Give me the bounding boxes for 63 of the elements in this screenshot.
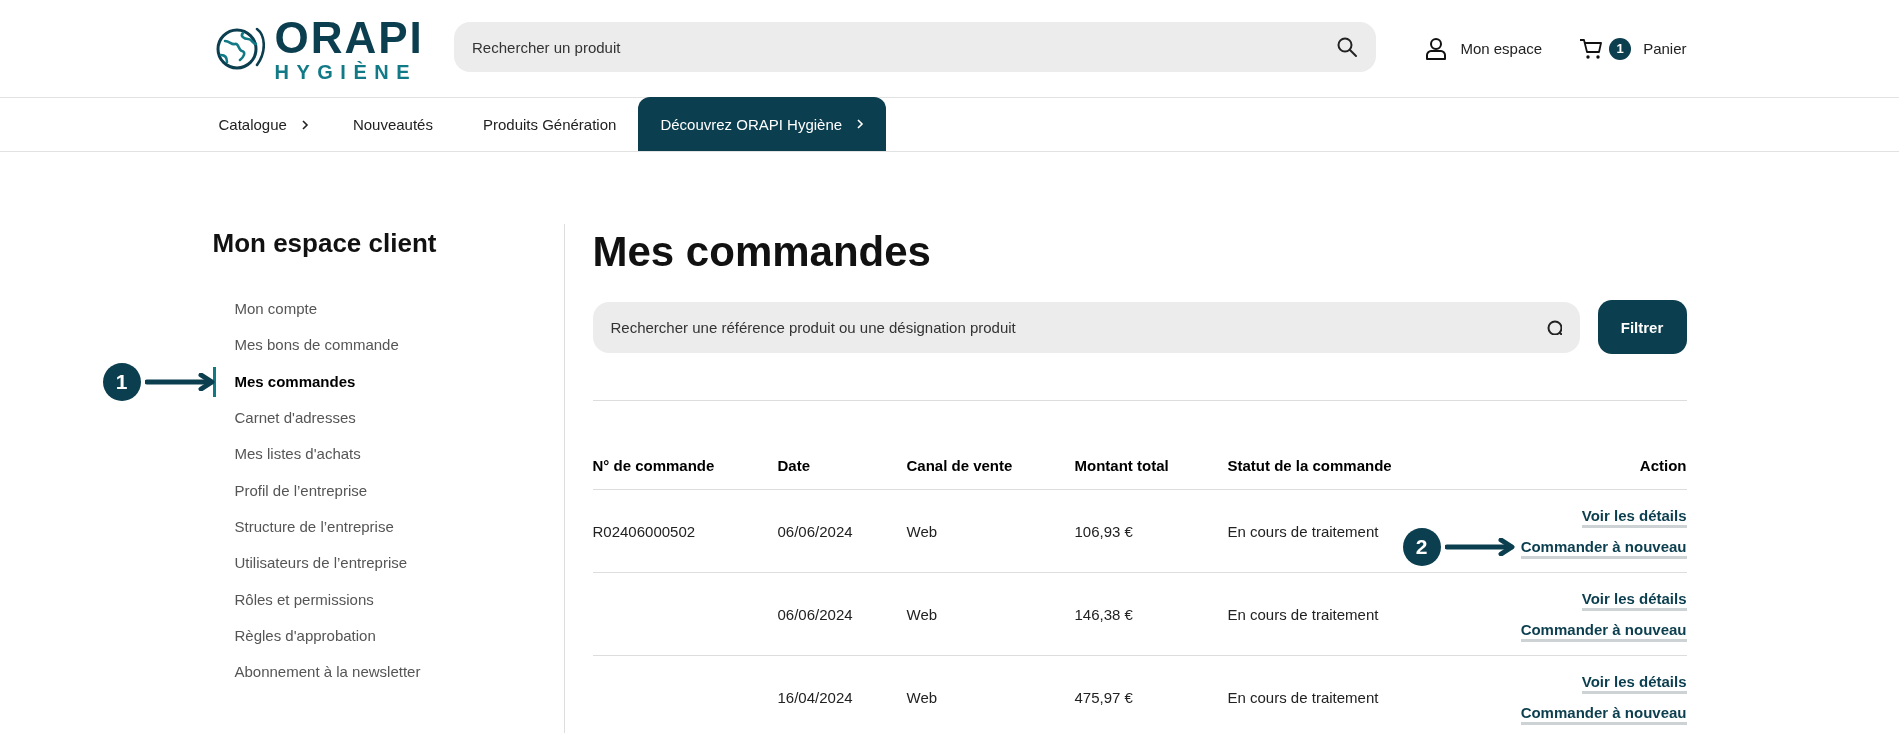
sidebar-title: Mon espace client xyxy=(212,228,438,259)
table-cell-text: En cours de traitement xyxy=(1227,522,1380,540)
logo-subtitle: HYGIÈNE xyxy=(274,61,419,82)
column-header: Date xyxy=(777,457,811,474)
chevron-icon xyxy=(300,119,309,130)
cart-icon xyxy=(1579,37,1604,60)
table-cell-text: 06/06/2024 xyxy=(777,605,854,623)
table-cell-text: 06/06/2024 xyxy=(777,522,854,540)
action-link[interactable]: Voir les détails xyxy=(1581,673,1687,694)
table-cell-text: Web xyxy=(906,522,939,540)
sidebar-item[interactable]: Utilisateurs de l’entreprise xyxy=(212,548,408,579)
callout-arrow xyxy=(144,372,215,391)
logo-wordmark: ORAPI xyxy=(274,15,424,60)
search-icon xyxy=(1336,36,1359,58)
callout-arrow xyxy=(1444,538,1515,556)
table-cell-text: R02406000502 xyxy=(592,522,697,540)
action-link[interactable]: Commander à nouveau xyxy=(1520,538,1687,559)
callout-number: 1 xyxy=(102,362,141,401)
account-link[interactable]: Mon espace xyxy=(1424,36,1543,61)
sidebar-item[interactable]: Mon compte xyxy=(212,294,318,325)
nav-menu-item[interactable]: Découvrez ORAPI Hygiène xyxy=(638,97,887,151)
action-link[interactable]: Voir les détails xyxy=(1581,590,1687,611)
callout-number: 2 xyxy=(1402,528,1441,566)
action-link[interactable]: Commander à nouveau xyxy=(1520,704,1687,725)
sidebar-item[interactable]: Abonnement à la newsletter xyxy=(212,657,421,688)
chevron-icon xyxy=(856,119,865,129)
column-header: Action xyxy=(1639,457,1687,474)
user-icon xyxy=(1424,36,1449,61)
search-field[interactable]: Rechercher un produit xyxy=(454,22,1377,72)
column-header: Canal de vente xyxy=(906,457,1014,474)
sidebar-item[interactable]: Mes commandes xyxy=(212,366,356,397)
sidebar-item[interactable]: Structure de l’entreprise xyxy=(212,511,394,542)
column-header: Montant total xyxy=(1074,457,1170,474)
column-header: Statut de la commande xyxy=(1227,457,1393,474)
nav-menu-item[interactable]: Produits Génération xyxy=(476,98,639,151)
sidebar-item[interactable]: Mes bons de commande xyxy=(212,330,399,361)
sidebar-item[interactable]: Mes listes d'achats xyxy=(212,439,361,470)
table-cell-text: 146,38 € xyxy=(1074,605,1134,623)
table-cell-text: En cours de traitement xyxy=(1227,605,1380,623)
cart-link[interactable]: 1 Panier xyxy=(1579,37,1687,60)
cart-count-badge: 1 xyxy=(1609,37,1632,60)
sidebar-item[interactable]: Rôles et permissions xyxy=(212,584,374,615)
page-title: Mes commandes xyxy=(592,228,932,276)
nav-menu-item[interactable]: Nouveautés xyxy=(352,98,477,151)
sidebar-item[interactable]: Carnet d'adresses xyxy=(212,403,356,434)
filter-button[interactable]: Filtrer xyxy=(1597,300,1687,354)
column-header: N° de commande xyxy=(592,457,716,474)
sidebar-item[interactable]: Profil de l’entreprise xyxy=(212,475,368,506)
search-field[interactable]: Rechercher une référence produit ou une désignation produit xyxy=(592,301,1580,353)
table-cell-text: Web xyxy=(906,688,939,706)
logo[interactable]: ORAPI HYGIÈNE xyxy=(212,15,455,82)
table-cell-text: Web xyxy=(906,605,939,623)
table-cell-text: 16/04/2024 xyxy=(777,688,854,706)
sidebar-item[interactable]: Règles d'approbation xyxy=(212,620,376,651)
table-cell-text: 475,97 € xyxy=(1074,688,1134,706)
table-cell-text: En cours de traitement xyxy=(1227,688,1380,706)
cart-label: Panier xyxy=(1643,40,1687,57)
account-label: Mon espace xyxy=(1460,40,1543,57)
search-icon xyxy=(1545,319,1562,335)
action-link[interactable]: Voir les détails xyxy=(1581,507,1687,528)
action-link[interactable]: Commander à nouveau xyxy=(1520,621,1687,642)
table-cell-text: 106,93 € xyxy=(1074,522,1134,540)
nav-menu-item[interactable]: Catalogue xyxy=(212,98,353,151)
